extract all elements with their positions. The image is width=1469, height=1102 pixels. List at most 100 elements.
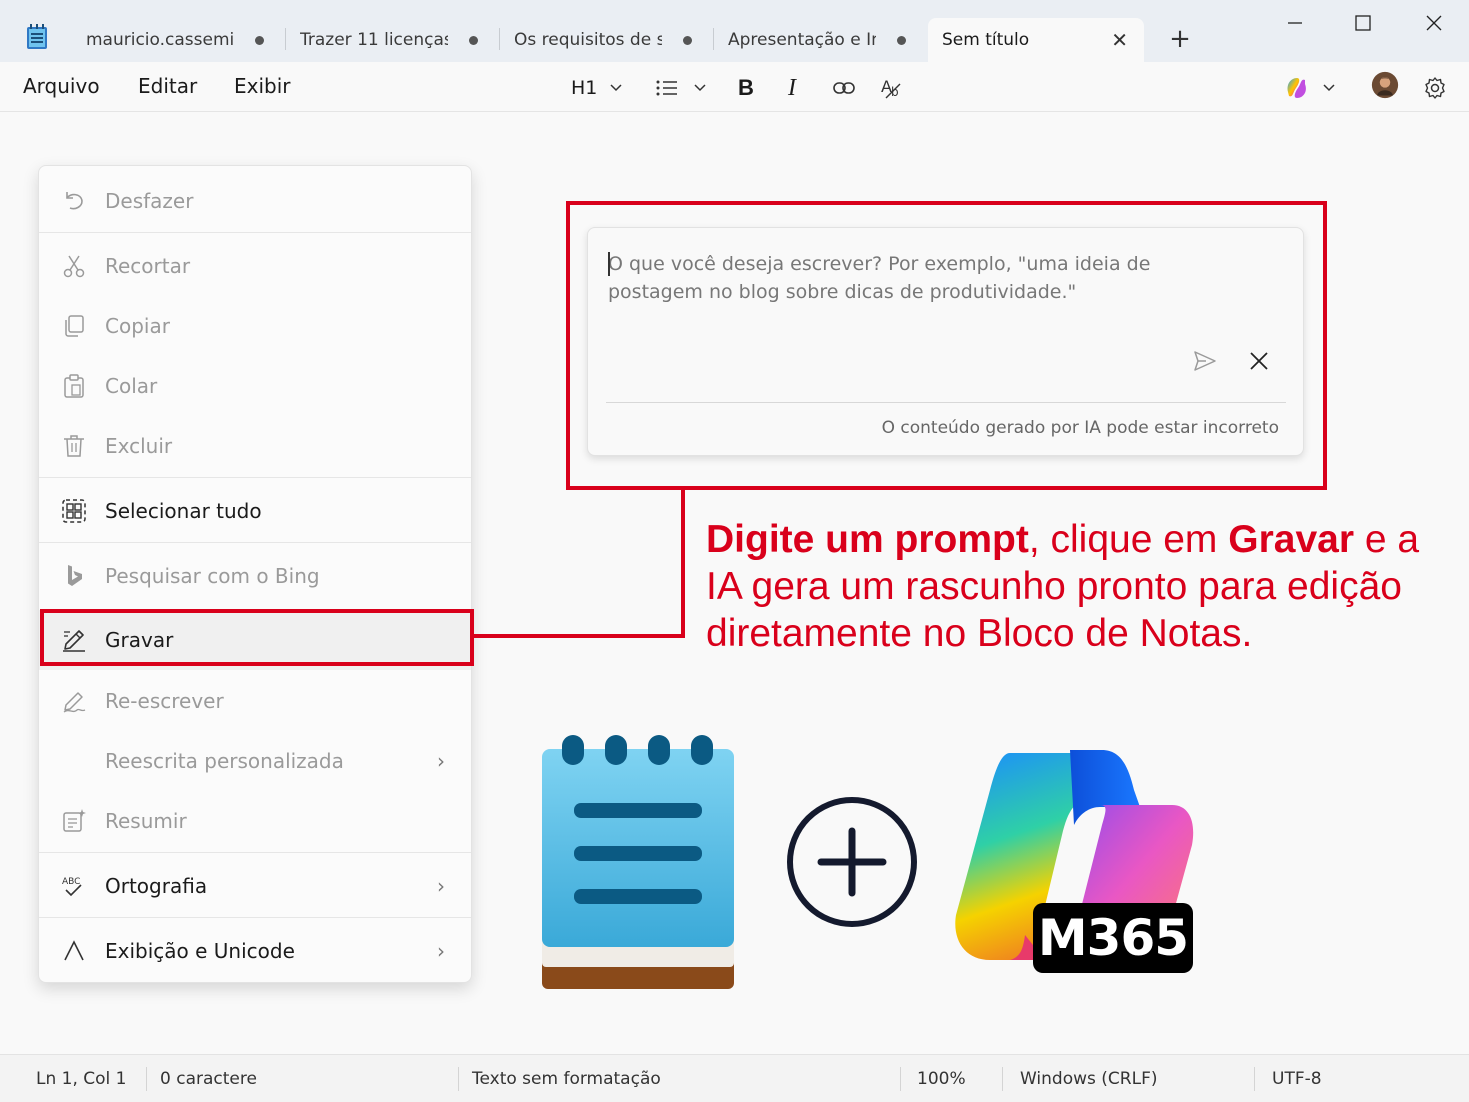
- plus-circle-icon: [787, 797, 917, 927]
- menu-separator: [39, 917, 471, 918]
- link-icon[interactable]: [832, 74, 856, 102]
- tab-active[interactable]: Sem título ✕: [928, 18, 1144, 62]
- connector-line: [472, 634, 685, 638]
- tab-label: Sem título: [942, 30, 1030, 50]
- status-separator: [900, 1067, 901, 1091]
- menu-item-label: Selecionar tudo: [105, 499, 262, 523]
- menu-file[interactable]: Arquivo: [23, 74, 100, 98]
- status-separator: [458, 1067, 459, 1091]
- menu-item-copy[interactable]: Copiar: [39, 296, 471, 356]
- chevron-right-icon: ›: [437, 874, 445, 898]
- menu-edit[interactable]: Editar: [138, 74, 197, 98]
- menu-item-rewrite[interactable]: Re-escrever: [39, 671, 471, 731]
- menu-item-label: Exibição e Unicode: [105, 939, 295, 963]
- clear-formatting-icon[interactable]: A b: [880, 74, 906, 102]
- menu-item-cut[interactable]: Recortar: [39, 236, 471, 296]
- line-ending[interactable]: Windows (CRLF): [1020, 1069, 1158, 1089]
- italic-icon[interactable]: I: [788, 74, 796, 102]
- chevron-down-icon[interactable]: [1322, 74, 1336, 102]
- menu-item-unicode[interactable]: Exibição e Unicode ›: [39, 921, 471, 981]
- rewrite-icon: [63, 692, 86, 713]
- unsaved-dot-icon: [255, 36, 264, 45]
- copy-icon: [65, 315, 84, 337]
- copilot-icon[interactable]: [1283, 74, 1311, 102]
- menu-item-summarize[interactable]: Resumir: [39, 791, 471, 851]
- menu-item-label: Pesquisar com o Bing: [105, 564, 320, 588]
- encoding[interactable]: UTF-8: [1272, 1069, 1322, 1089]
- menu-separator: [39, 852, 471, 853]
- callout-text-part: , clique em: [1028, 518, 1229, 561]
- menu-item-custom-rewrite[interactable]: Reescrita personalizada ›: [39, 731, 471, 791]
- menu-item-label: Excluir: [105, 434, 173, 458]
- menu-item-label: Resumir: [105, 809, 187, 833]
- heading-dropdown[interactable]: H1: [571, 74, 623, 102]
- menu-item-label: Ortografia: [105, 874, 208, 898]
- callout-text: Digite um prompt, clique em Gravar e a I…: [706, 516, 1446, 657]
- menu-item-label: Colar: [105, 374, 158, 398]
- minimize-button[interactable]: [1272, 8, 1318, 38]
- menu-item-label: Reescrita personalizada: [105, 749, 344, 773]
- ai-disclaimer: O conteúdo gerado por IA pode estar inco…: [881, 418, 1279, 438]
- zoom-level[interactable]: 100%: [917, 1069, 966, 1089]
- menu-item-undo[interactable]: Desfazer: [39, 171, 471, 231]
- select-all-icon: [62, 499, 86, 523]
- svg-text:ABC: ABC: [62, 877, 80, 887]
- notepad-app-icon: [27, 24, 47, 49]
- avatar[interactable]: [1369, 71, 1401, 99]
- status-bar: Ln 1, Col 1 0 caractere Texto sem format…: [0, 1054, 1469, 1102]
- menu-view[interactable]: Exibir: [234, 74, 291, 98]
- new-tab-button[interactable]: +: [1166, 22, 1194, 56]
- menu-item-label: Desfazer: [105, 189, 194, 213]
- context-menu: Desfazer Recortar Copiar Colar Excluir S…: [38, 165, 472, 983]
- title-bar: mauricio.cassemir Trazer 11 licenças c O…: [0, 0, 1469, 62]
- list-dropdown[interactable]: [655, 74, 707, 102]
- char-count: 0 caractere: [160, 1069, 257, 1089]
- bing-icon: [68, 565, 82, 586]
- send-icon[interactable]: [1192, 348, 1218, 374]
- menu-item-search-bing[interactable]: Pesquisar com o Bing: [39, 546, 471, 606]
- status-separator: [1254, 1067, 1255, 1091]
- m365-badge: M365: [1033, 903, 1193, 973]
- close-window-button[interactable]: [1411, 8, 1457, 38]
- tab-label: Trazer 11 licenças c: [300, 30, 448, 50]
- maximize-button[interactable]: [1340, 8, 1386, 38]
- tab-label: Apresentação e In: [728, 30, 876, 50]
- trash-icon: [64, 435, 84, 457]
- notepad-logo-icon: [542, 735, 734, 989]
- undo-icon: [66, 192, 83, 210]
- highlight-box-write: [40, 609, 474, 666]
- prompt-input[interactable]: O que você deseja escrever? Por exemplo,…: [608, 250, 1248, 306]
- write-prompt-panel: O que você deseja escrever? Por exemplo,…: [587, 227, 1304, 456]
- tab-3[interactable]: Os requisitos de si: [500, 18, 714, 62]
- tab-1[interactable]: mauricio.cassemir: [72, 18, 286, 62]
- menu-separator: [39, 232, 471, 233]
- prompt-divider: [606, 402, 1286, 403]
- spelling-icon: ABC: [62, 877, 82, 897]
- paste-icon: [64, 374, 84, 398]
- chevron-right-icon: ›: [437, 749, 445, 773]
- close-icon[interactable]: [1246, 348, 1272, 374]
- status-separator: [1002, 1067, 1003, 1091]
- menu-bar: Arquivo Editar Exibir H1 B I A b: [0, 62, 1469, 112]
- list-icon: [656, 80, 677, 96]
- callout-bold-write: Gravar: [1228, 518, 1355, 561]
- status-separator: [146, 1067, 147, 1091]
- settings-gear-icon[interactable]: [1423, 74, 1447, 102]
- tab-label: Os requisitos de si: [514, 30, 662, 50]
- chevron-down-icon: [694, 84, 706, 92]
- menu-separator: [39, 477, 471, 478]
- menu-item-delete[interactable]: Excluir: [39, 416, 471, 476]
- menu-item-spelling[interactable]: ABC Ortografia ›: [39, 856, 471, 916]
- callout-bold-prompt: Digite um prompt: [706, 518, 1029, 561]
- heading-label: H1: [571, 77, 598, 99]
- bold-icon[interactable]: B: [738, 74, 754, 102]
- chevron-right-icon: ›: [437, 939, 445, 963]
- menu-item-paste[interactable]: Colar: [39, 356, 471, 416]
- menu-item-select-all[interactable]: Selecionar tudo: [39, 481, 471, 541]
- unicode-icon: [64, 940, 84, 961]
- tab-2[interactable]: Trazer 11 licenças c: [286, 18, 500, 62]
- connector-line: [681, 488, 685, 638]
- format-status[interactable]: Texto sem formatação: [472, 1069, 661, 1089]
- tab-4[interactable]: Apresentação e In: [714, 18, 928, 62]
- close-tab-icon[interactable]: ✕: [1111, 30, 1128, 50]
